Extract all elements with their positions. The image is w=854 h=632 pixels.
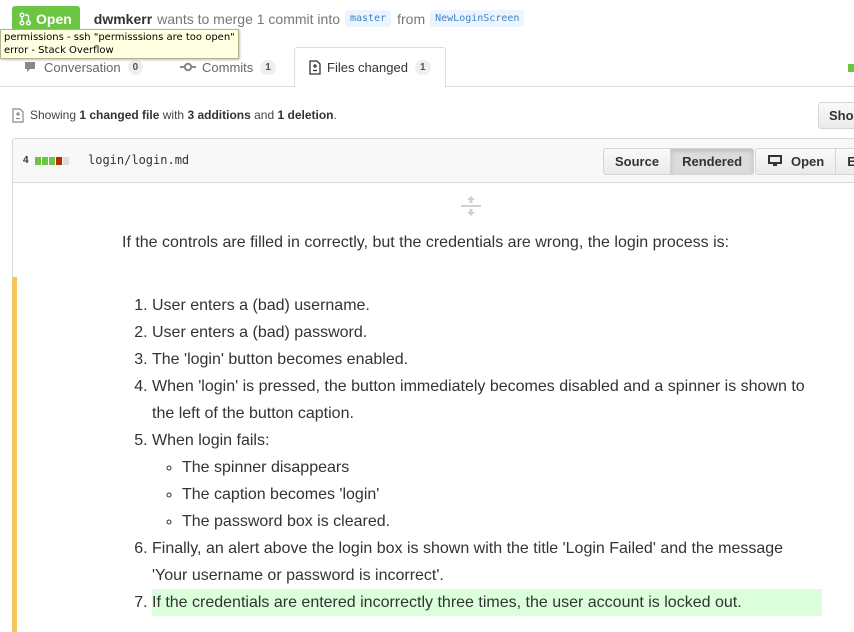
list-item: User enters a (bad) username. [152,292,822,319]
diffstat-indicator [848,64,854,72]
toc-end: . [333,108,337,122]
file-header: 4 login/login.md Source Rendered Open Ed… [12,138,854,183]
file-diffstat: 4 [23,155,70,166]
pr-header: Open dwmkerr wants to merge 1 commit int… [12,6,530,31]
list-item: When 'login' is pressed, the button imme… [152,373,822,427]
intro-paragraph: If the controls are filled in correctly,… [122,234,730,251]
sub-list-item: The password box is cleared. [182,508,822,535]
toc-and: and [254,108,275,122]
list-item-added: If the credentials are entered incorrect… [152,589,822,616]
toc-with: with [162,108,185,122]
diffstat-block-added [41,156,48,165]
tab-commits-count: 1 [260,59,276,75]
tab-files-changed[interactable]: Files changed 1 [294,47,446,88]
browser-tooltip: permissions - ssh "permisssions are too … [0,29,239,59]
list-item: When login fails: The spinner disappears… [152,427,822,535]
pull-request-icon [19,12,31,26]
open-desktop-label: Open [791,154,825,169]
show-diff-stats-button[interactable]: Sho [818,102,854,129]
base-branch-label[interactable]: master [345,10,392,27]
toc-changed-files[interactable]: 1 changed file [79,108,159,122]
tab-conversation-count: 0 [127,59,144,75]
diff-toc: Showing 1 changed file with 3 additions … [12,102,854,128]
file-diff-icon [12,107,24,123]
tab-files-changed-count: 1 [414,60,431,75]
diffstat-block-deleted [55,156,62,165]
pr-from-text: from [397,10,426,27]
tab-files-changed-label: Files changed [327,60,408,75]
source-view-button[interactable]: Source [603,148,672,175]
tab-conversation-label: Conversation [44,59,121,75]
list-item: Finally, an alert above the login box is… [152,535,822,589]
list-item-text: When login fails: [152,432,270,449]
list-item: The 'login' button becomes enabled. [152,346,822,373]
pr-author-link[interactable]: dwmkerr [94,11,152,27]
pr-meta: dwmkerr wants to merge 1 commit into mas… [94,10,531,27]
pr-state-label: Open [36,10,72,27]
tab-commits-label: Commits [202,59,254,75]
toc-deletions: 1 deletion [277,108,334,122]
change-marker-bar [12,277,17,632]
sub-list-item: The caption becomes 'login' [182,481,822,508]
edit-file-button[interactable]: Edi [836,148,854,175]
login-steps-list: User enters a (bad) username. User enter… [122,292,822,616]
desktop-icon [767,154,783,170]
open-desktop-button[interactable]: Open [755,148,837,175]
tooltip-line-2: error - Stack Overflow [4,45,114,56]
diffstat-count: 4 [23,155,29,166]
file-actions: Open Edi [755,148,854,175]
diffstat-block-added [34,156,41,165]
comment-icon [24,60,38,74]
toc-additions: 3 additions [187,108,251,122]
commit-icon [180,61,196,73]
pr-merge-text: wants to merge 1 commit into [157,10,340,27]
tooltip-line-1: permissions - ssh "permisssions are too … [4,32,235,43]
list-item: User enters a (bad) password. [152,319,822,346]
login-fail-sublist: The spinner disappears The caption becom… [152,454,822,535]
pr-state-badge: Open [12,6,80,31]
diffstat-block-added [48,156,55,165]
toc-showing: Showing [30,108,77,122]
head-branch-label[interactable]: NewLoginScreen [430,10,525,27]
expand-icon[interactable] [459,195,483,222]
file-path[interactable]: login/login.md [88,153,189,167]
rendered-view-button[interactable]: Rendered [671,148,755,175]
sub-list-item: The spinner disappears [182,454,822,481]
diff-icon [309,60,321,75]
diffstat-block-neutral [62,156,69,165]
rendered-markdown: If the controls are filled in correctly,… [122,229,822,616]
view-mode-toggle: Source Rendered [603,148,755,175]
